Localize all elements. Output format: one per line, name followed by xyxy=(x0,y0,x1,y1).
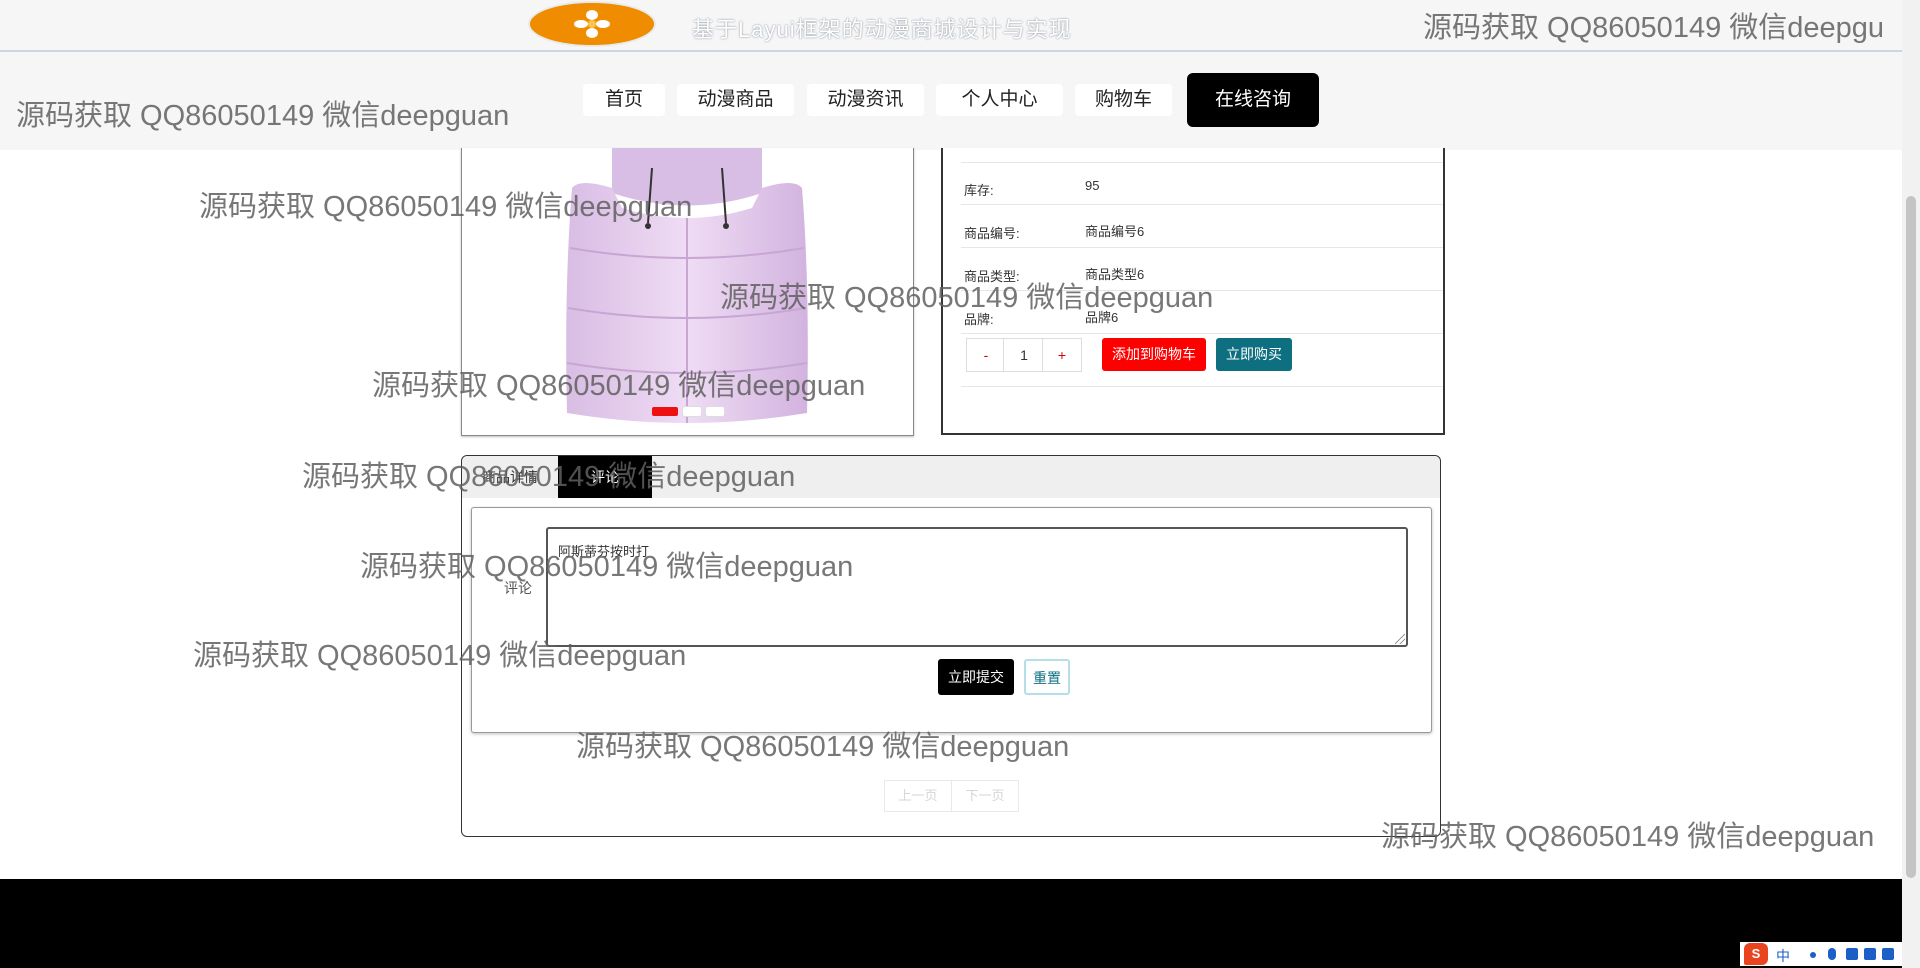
product-info-panel: 库存: 95 商品编号: 商品编号6 商品类型: 商品类型6 品牌: 品牌6 -… xyxy=(941,148,1445,435)
info-row-product-number: 商品编号: 商品编号6 xyxy=(961,205,1443,248)
microphone-icon[interactable] xyxy=(1828,948,1836,960)
carousel-dot[interactable] xyxy=(652,407,678,416)
sogou-ime-icon[interactable]: S xyxy=(1744,943,1768,965)
textarea-resize-handle[interactable] xyxy=(1395,634,1405,644)
top-header: 基于Layui框架的动漫商城设计与实现 xyxy=(0,0,1920,52)
quantity-minus-button[interactable]: - xyxy=(966,338,1006,372)
keyboard-icon[interactable] xyxy=(1846,948,1858,960)
quantity-plus-button[interactable]: + xyxy=(1042,338,1082,372)
product-number-value: 商品编号6 xyxy=(1085,224,1145,239)
stock-label: 库存: xyxy=(964,183,994,198)
nav-anime-news[interactable]: 动漫资讯 xyxy=(807,84,924,116)
product-tabs-panel: 商品详情 评论 评论 阿斯蒂芬按时打 立即提交 重置 上一页 下一页 xyxy=(461,455,1441,837)
ime-toolbar: S 中 xyxy=(1740,942,1902,966)
product-image-carousel[interactable] xyxy=(461,148,914,436)
nav-home[interactable]: 首页 xyxy=(583,84,665,116)
next-page-button[interactable]: 下一页 xyxy=(951,780,1019,812)
nav-cart[interactable]: 购物车 xyxy=(1075,84,1172,116)
carousel-dot[interactable] xyxy=(683,407,701,416)
product-type-value: 商品类型6 xyxy=(1085,267,1145,282)
product-photo xyxy=(566,148,808,423)
punctuation-icon[interactable] xyxy=(1810,952,1816,958)
site-logo[interactable] xyxy=(530,3,654,45)
comment-label: 评论 xyxy=(504,580,532,596)
ime-language-indicator[interactable]: 中 xyxy=(1776,946,1790,966)
online-consult-button[interactable]: 在线咨询 xyxy=(1187,73,1319,127)
skin-icon[interactable] xyxy=(1864,948,1876,960)
scrollbar-thumb[interactable] xyxy=(1906,196,1916,878)
reset-button[interactable]: 重置 xyxy=(1024,659,1070,695)
info-row-stock: 库存: 95 xyxy=(961,162,1443,205)
page-footer xyxy=(0,879,1920,968)
product-number-label: 商品编号: xyxy=(964,226,1020,241)
tab-product-details[interactable]: 商品详情 xyxy=(462,456,558,498)
product-type-label: 商品类型: xyxy=(964,269,1020,284)
add-to-cart-button[interactable]: 添加到购物车 xyxy=(1102,338,1206,371)
tab-bar: 商品详情 评论 xyxy=(462,456,1440,498)
quantity-input[interactable]: 1 xyxy=(1003,338,1045,372)
tab-comments[interactable]: 评论 xyxy=(558,456,652,498)
main-nav: 首页 动漫商品 动漫资讯 个人中心 购物车 在线咨询 xyxy=(0,52,1920,150)
nav-anime-products[interactable]: 动漫商品 xyxy=(677,84,794,116)
stock-value: 95 xyxy=(1085,178,1100,193)
brand-value: 品牌6 xyxy=(1085,310,1119,325)
toolbox-icon[interactable] xyxy=(1882,948,1894,960)
info-row-brand: 品牌: 品牌6 xyxy=(961,291,1443,334)
watermark: 源码获取 QQ86050149 微信deepguan xyxy=(1381,821,1875,853)
logo-flower-icon xyxy=(530,3,654,45)
nav-personal-center[interactable]: 个人中心 xyxy=(936,84,1063,116)
comment-form: 评论 阿斯蒂芬按时打 立即提交 重置 xyxy=(471,507,1432,733)
carousel-dot[interactable] xyxy=(706,407,724,416)
comment-text: 阿斯蒂芬按时打 xyxy=(558,544,650,559)
buy-now-button[interactable]: 立即购买 xyxy=(1216,338,1292,371)
submit-comment-button[interactable]: 立即提交 xyxy=(938,659,1014,695)
prev-page-button[interactable]: 上一页 xyxy=(884,780,952,812)
info-row-top-border xyxy=(961,148,1443,163)
info-row-product-type: 商品类型: 商品类型6 xyxy=(961,248,1443,291)
brand-label: 品牌: xyxy=(964,312,994,327)
comment-textarea[interactable]: 阿斯蒂芬按时打 xyxy=(546,527,1408,647)
site-title: 基于Layui框架的动漫商城设计与实现 xyxy=(692,17,1072,42)
carousel-indicators xyxy=(652,403,729,421)
